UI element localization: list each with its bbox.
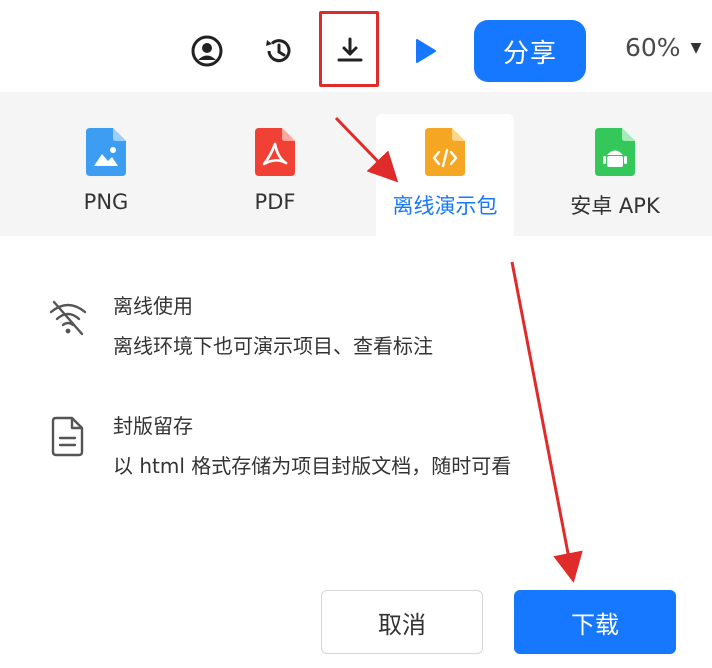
tab-offline-package[interactable]: 离线演示包 [376,114,514,236]
tab-label: 安卓 APK [570,194,660,218]
cancel-button[interactable]: 取消 [321,590,483,654]
tab-pdf[interactable]: PDF [225,114,325,236]
zoom-value: 60% [625,33,681,62]
share-button[interactable]: 分享 [474,20,586,82]
feature-description: 以 html 格式存储为项目封版文档，随时可看 [113,454,512,478]
download-button[interactable]: 下载 [514,590,676,654]
top-toolbar: 分享 60% ▼ [0,0,712,92]
chevron-down-icon: ▼ [690,39,702,56]
feature-title: 封版留存 [113,414,193,438]
code-file-icon [425,128,465,180]
history-icon[interactable] [261,33,297,69]
user-icon[interactable] [189,33,225,69]
tab-png[interactable]: PNG [56,114,156,236]
wifi-off-icon [46,294,90,338]
play-icon[interactable] [406,33,442,69]
feature-title: 离线使用 [113,294,193,318]
zoom-select[interactable]: 60% ▼ [625,33,701,62]
feature-description: 离线环境下也可演示项目、查看标注 [113,334,433,358]
pdf-file-icon [255,128,295,180]
android-file-icon [595,128,635,180]
tab-label: 离线演示包 [392,194,498,218]
tab-label: PDF [254,190,296,214]
tab-android-apk[interactable]: 安卓 APK [556,114,674,236]
export-type-tabs: PNG PDF 离线演示包 安卓 APK [0,92,712,236]
download-icon[interactable] [332,33,368,69]
arrow-to-download-button [510,261,583,583]
tab-label: PNG [83,190,129,214]
document-icon [46,414,90,458]
png-file-icon [86,128,126,180]
